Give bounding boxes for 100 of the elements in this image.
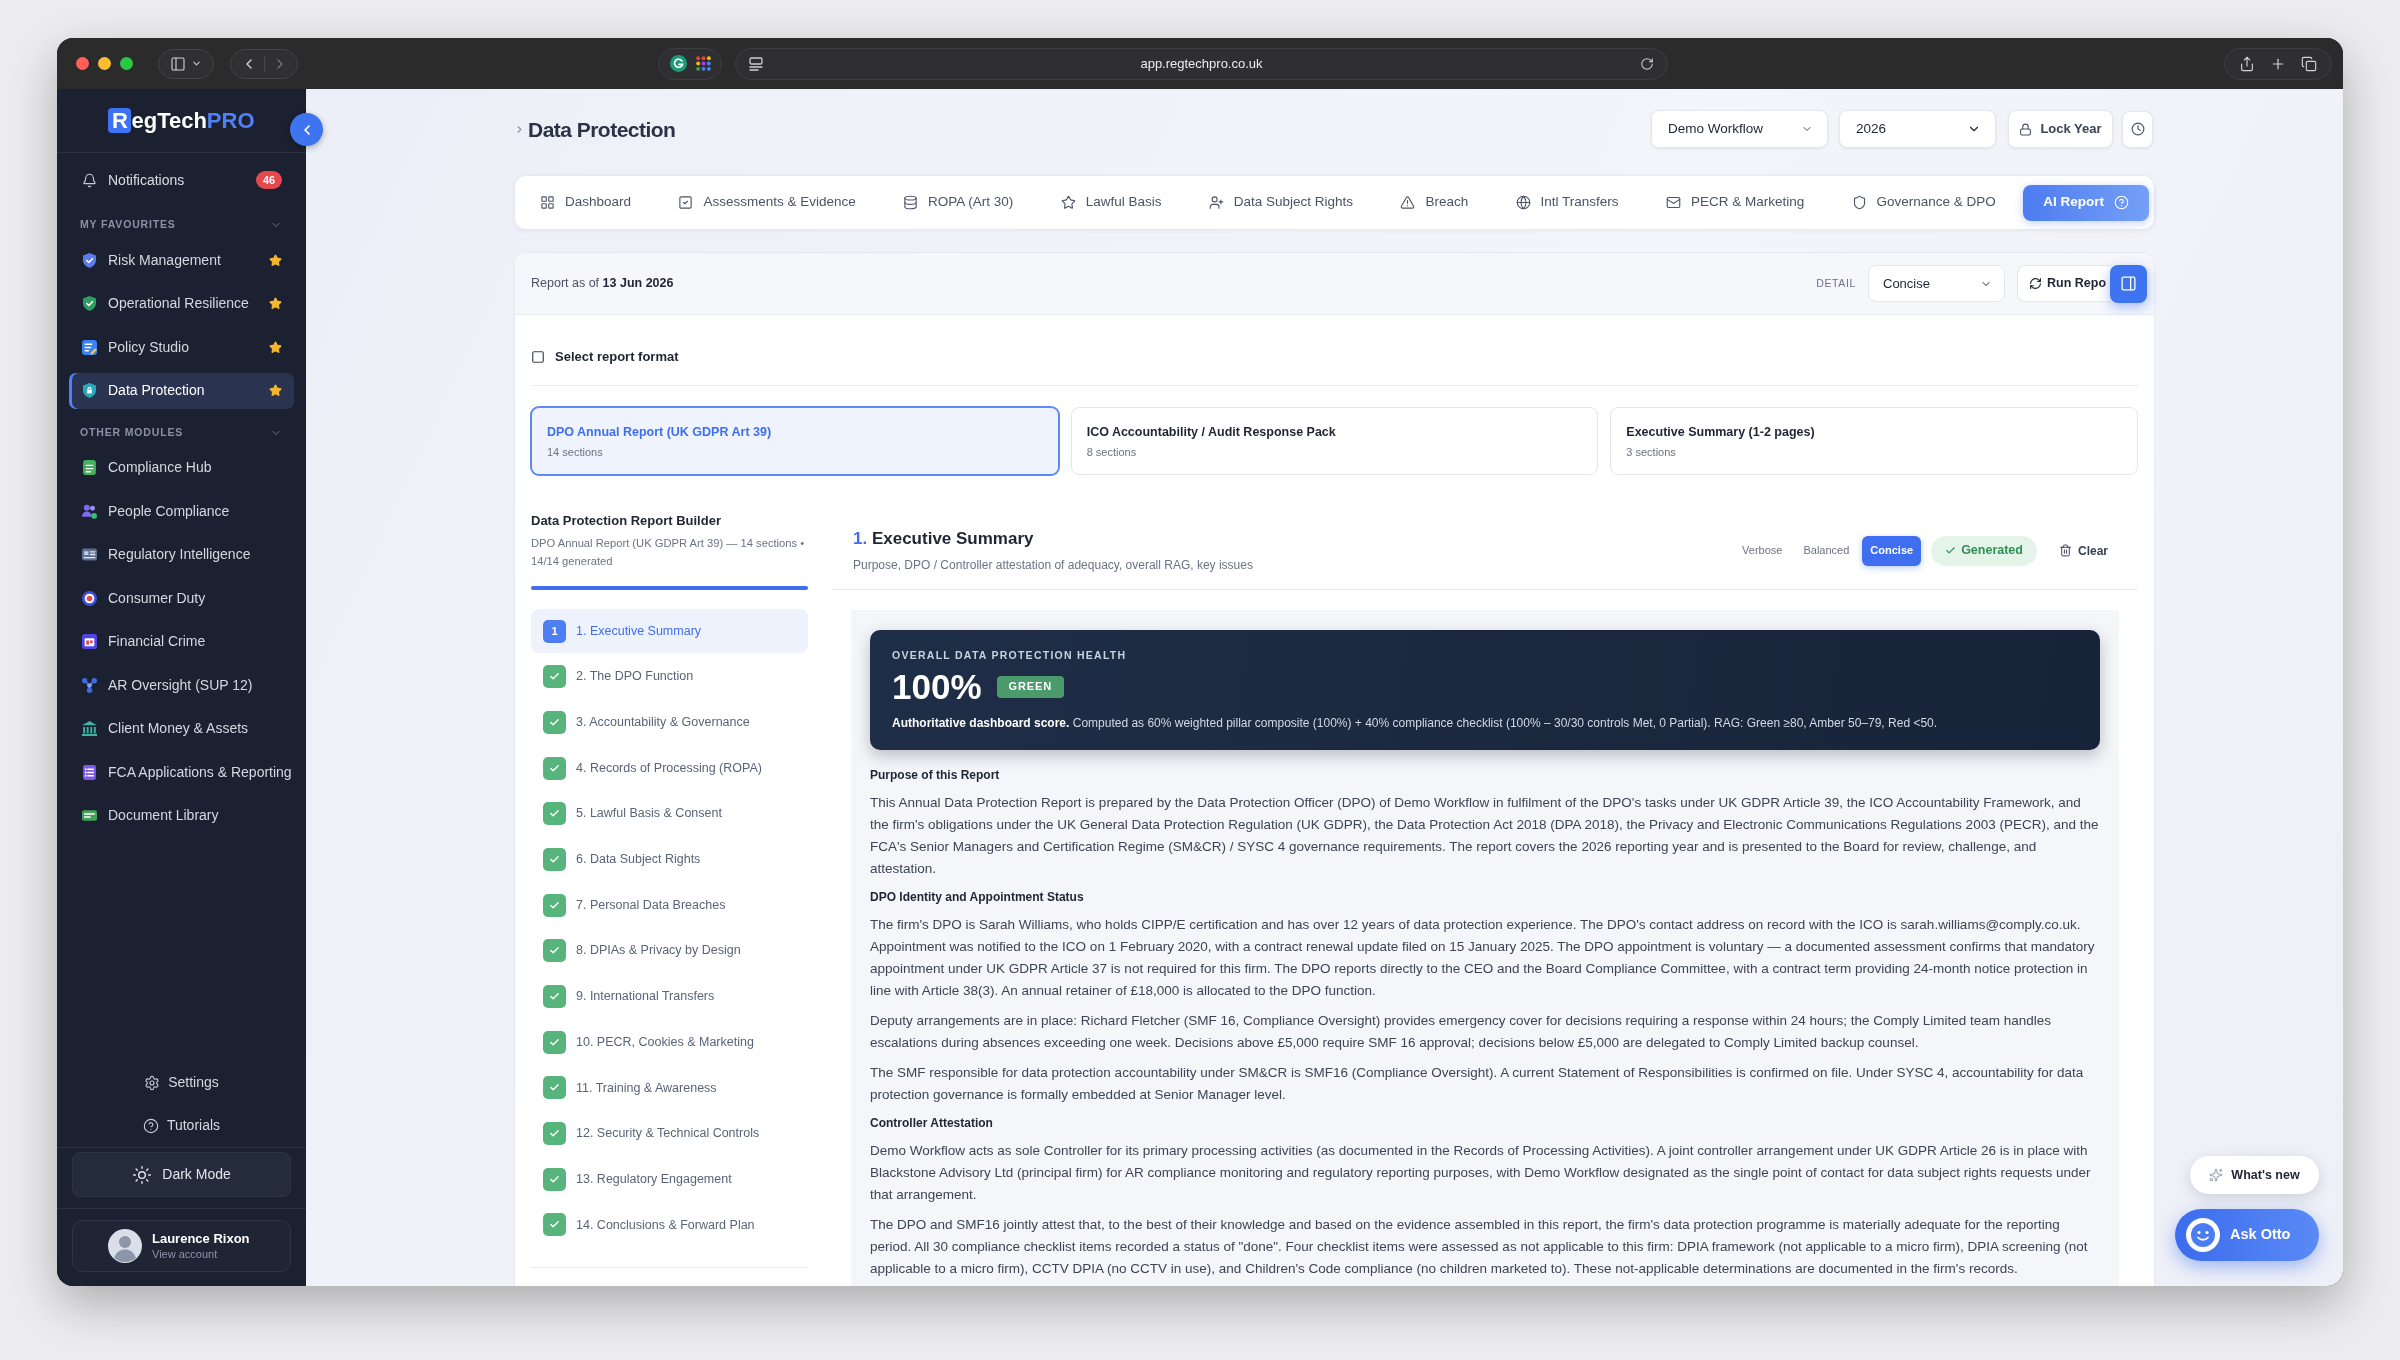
- side-panel-icon: [2120, 275, 2137, 292]
- dark-mode-button[interactable]: Dark Mode: [72, 1152, 291, 1197]
- grid-icon: [540, 195, 555, 210]
- paragraph: This Annual Data Protection Report is prepared by the Data Protection Officer (DPO) of Demo Workflow in fulfilment of the DPO's tasks under UK GDPR Article 39, the ICO Accountability Framework, and the firm's obligations under the UK General Data Protection Regulation (UK GDPR), the Data Protection Act 2018 (DPA 2018), the Privacy and Electronic Communications Regulations 2003 (PECR), and the FCA's Senior Managers and Certification Regime (SM&CR) / SYSC 4 governance requirements. The report covers the 2026 reporting year and is presented to the Board for review, challenge, and attestation.: [870, 794, 2100, 878]
- tab[interactable]: Data Subject Rights: [1188, 184, 1374, 221]
- tab[interactable]: AI Report: [2023, 184, 2149, 221]
- report-section-item[interactable]: 12. Security & Technical Controls: [531, 1111, 808, 1156]
- report-format-card[interactable]: ICO Accountability / Audit Response Pack 8 sections: [1070, 407, 1599, 475]
- tab[interactable]: Intl Transfers: [1495, 184, 1639, 221]
- sidebar-item[interactable]: Document Library: [69, 797, 294, 834]
- sidebar-item[interactable]: Client Money & Assets: [69, 710, 294, 747]
- sidebar-item[interactable]: AR Oversight (SUP 12): [69, 667, 294, 703]
- notepad-icon: [82, 339, 97, 355]
- address-bar[interactable]: app.regtechpro.co.uk: [735, 47, 1668, 80]
- refresh-icon: [2029, 277, 2042, 290]
- sidebar-item[interactable]: Data Protection: [69, 372, 294, 409]
- sidebar-item[interactable]: Financial Crime: [69, 623, 294, 660]
- view-account-text: View account: [152, 1247, 219, 1261]
- zoom-window-icon[interactable]: [120, 57, 133, 70]
- run-report-button[interactable]: Run Repo: [2017, 265, 2110, 302]
- side-panel-button[interactable]: [2110, 264, 2147, 303]
- section-toggle[interactable]: MY FAVOURITES: [69, 213, 294, 237]
- score-note: Authoritative dashboard score. Computed as 60% weighted pillar composite (100%) + 40% compliance checklist (100% – 30/30 controls Met, 0 Partial). RAG: Green ≥80, Amber 50–79, Red <50.: [892, 715, 1939, 731]
- report-section-item[interactable]: 2. The DPO Function: [531, 654, 808, 699]
- tab[interactable]: Dashboard: [520, 184, 652, 221]
- detail-label: DETAIL: [1816, 275, 1856, 291]
- sidebar-item[interactable]: Regulatory Intelligence: [69, 536, 294, 573]
- report-section-item[interactable]: 8. DPIAs & Privacy by Design: [531, 928, 808, 973]
- sidebar-item[interactable]: Consumer Duty: [69, 580, 294, 616]
- star-icon: [1060, 195, 1076, 210]
- section-toggle[interactable]: OTHER MODULES: [69, 420, 294, 445]
- sidebar-item[interactable]: FCA Applications & Reporting: [69, 754, 294, 790]
- report-section-item[interactable]: 11. Training & Awareness: [531, 1065, 808, 1110]
- account-card[interactable]: Laurence Rixon View account: [72, 1220, 291, 1272]
- report-section-item[interactable]: 10. PECR, Cookies & Marketing: [531, 1020, 808, 1065]
- sidebar-item[interactable]: Risk Management: [69, 242, 294, 278]
- paragraph: Demo Workflow acts as sole Controller for its primary processing activities (as documented in the Records of Processing Activities). A joint controller arrangement under UK GDPR Article 26 is in place with Blackstone Advisory Ltd (principal firm) for AR compliance monitoring and regulatory reporting purposes, with Demo Workflow designated as the single point of contact for data subject rights requests under that arrangement.: [870, 1142, 2092, 1204]
- year-select[interactable]: 2026: [1839, 110, 1996, 148]
- sidebar-toggle-button[interactable]: [158, 48, 214, 79]
- checkbox-icon: [678, 195, 694, 210]
- warning-icon: [1400, 195, 1416, 210]
- user-name: Laurence Rixon: [152, 1231, 250, 1247]
- section-number: 1: [543, 619, 566, 643]
- app-logo[interactable]: R egTechPRO: [108, 108, 255, 133]
- settings-link[interactable]: Settings: [144, 1072, 219, 1093]
- report-section-item[interactable]: 5. Lawful Basis & Consent: [531, 791, 808, 836]
- workflow-select[interactable]: Demo Workflow: [1651, 110, 1828, 148]
- share-icon[interactable]: [2238, 55, 2255, 72]
- builder-subtitle: DPO Annual Report (UK GDPR Art 39) — 14 sections • 14/14 generated: [531, 536, 806, 569]
- list-icon: [82, 764, 97, 780]
- notifications-item[interactable]: Notifications 46: [69, 160, 294, 200]
- close-window-icon[interactable]: [76, 57, 89, 70]
- tab[interactable]: Assessments & Evidence: [658, 184, 876, 221]
- page-menu-icon[interactable]: [749, 56, 763, 71]
- report-section-item[interactable]: 1 1. Executive Summary: [531, 609, 808, 653]
- window-icon: [82, 634, 97, 649]
- add-user-icon: [1208, 195, 1224, 210]
- shield-icon: [82, 296, 97, 311]
- whats-new-button[interactable]: What's new: [2190, 1156, 2319, 1194]
- bank-icon: [82, 721, 97, 736]
- tutorials-link[interactable]: Tutorials: [142, 1115, 221, 1136]
- sidebar-item[interactable]: People Compliance: [69, 493, 294, 529]
- report-section-item[interactable]: 9. International Transfers: [531, 974, 808, 1019]
- url-text[interactable]: app.regtechpro.co.uk: [1140, 53, 1263, 74]
- checkbox[interactable]: [531, 350, 545, 364]
- clear-button[interactable]: Clear: [2058, 541, 2108, 560]
- minimize-window-icon[interactable]: [98, 57, 111, 70]
- sidebar-item[interactable]: Policy Studio: [69, 329, 294, 365]
- subheading: DPO Identity and Appointment Status: [870, 889, 1085, 906]
- tab[interactable]: ROPA (Art 30): [883, 184, 1034, 221]
- detail-option[interactable]: Verbose: [1734, 535, 1791, 566]
- detail-option[interactable]: Balanced: [1795, 535, 1858, 566]
- report-format-card[interactable]: DPO Annual Report (UK GDPR Art 39) 14 sections: [531, 407, 1059, 475]
- report-format-card[interactable]: Executive Summary (1-2 pages) 3 sections: [1610, 407, 2138, 475]
- report-section-item[interactable]: 3. Accountability & Governance: [531, 700, 808, 745]
- tab[interactable]: Lawful Basis: [1040, 184, 1182, 221]
- rating-badge: GREEN: [996, 675, 1065, 698]
- tab-overview-icon[interactable]: [2301, 55, 2318, 72]
- history-button[interactable]: [2122, 110, 2153, 148]
- ask-assistant-button[interactable]: Ask Otto: [2175, 1209, 2319, 1261]
- tab[interactable]: Breach: [1380, 184, 1489, 221]
- reload-icon[interactable]: [1640, 56, 1654, 71]
- detail-option[interactable]: Concise: [1862, 535, 1922, 566]
- apps-grid-icon[interactable]: [695, 56, 711, 71]
- tab[interactable]: PECR & Marketing: [1645, 184, 1825, 221]
- extension-icon[interactable]: [669, 55, 687, 72]
- report-section-item[interactable]: 14. Conclusions & Forward Plan: [531, 1202, 808, 1247]
- sidebar-item[interactable]: Compliance Hub: [69, 449, 294, 486]
- report-section-item[interactable]: 6. Data Subject Rights: [531, 837, 808, 882]
- report-section-item[interactable]: 7. Personal Data Breaches: [531, 883, 808, 928]
- sidebar-item[interactable]: Operational Resilience: [69, 285, 294, 322]
- lock-year-button[interactable]: Lock Year: [2008, 110, 2113, 148]
- subheading: Purpose of this Report: [870, 767, 1001, 784]
- detail-select[interactable]: Concise: [1868, 265, 2005, 302]
- report-section-item[interactable]: 4. Records of Processing (ROPA): [531, 746, 808, 791]
- shield-icon: [82, 252, 97, 268]
- report-section-item[interactable]: 13. Regulatory Engagement: [531, 1157, 808, 1202]
- database-icon: [903, 195, 919, 210]
- tab[interactable]: Governance & DPO: [1831, 184, 2016, 221]
- chevron-down-icon: [191, 58, 202, 69]
